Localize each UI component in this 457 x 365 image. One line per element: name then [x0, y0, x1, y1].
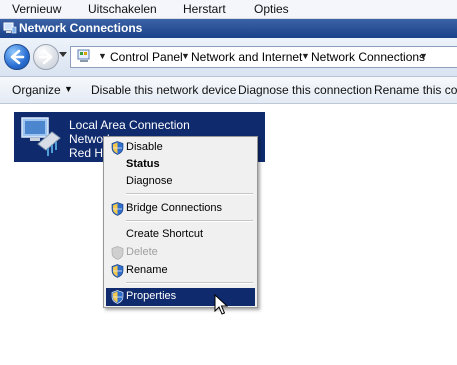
uac-shield-icon — [111, 246, 124, 260]
command-bar: Organize ▼ Disable this network device D… — [0, 77, 457, 104]
menu-separator — [126, 282, 253, 284]
window-title-bar: Network Connections — [0, 19, 457, 38]
menu-item-disable[interactable]: Disable — [106, 139, 255, 157]
menu-item-label: Properties — [126, 290, 177, 302]
menu-item-label: Diagnose — [126, 175, 173, 187]
top-menu-bar: Vernieuw Uitschakelen Herstart Opties — [0, 0, 457, 19]
breadcrumb-control-panel[interactable]: Control Panel — [110, 50, 183, 64]
menu-separator — [126, 220, 253, 222]
network-adapter-icon — [21, 117, 61, 156]
organize-dropdown-icon[interactable]: ▼ — [64, 84, 73, 94]
menu-item-properties[interactable]: Properties — [106, 288, 255, 306]
uac-shield-icon — [111, 202, 124, 216]
diagnose-connection-button[interactable]: Diagnose this connection — [238, 83, 372, 97]
menu-opties[interactable]: Opties — [254, 2, 289, 16]
menu-item-label: Rename — [126, 264, 168, 276]
menu-item-status[interactable]: Status — [106, 156, 255, 174]
breadcrumb-separator-icon[interactable]: ▼ — [301, 51, 310, 61]
menu-item-label: Status — [126, 158, 160, 170]
arrow-right-icon — [38, 49, 53, 65]
menu-item-create-shortcut[interactable]: Create Shortcut — [106, 226, 255, 244]
control-panel-icon — [77, 49, 90, 62]
breadcrumb-separator-icon[interactable]: ▼ — [181, 51, 190, 61]
organize-button[interactable]: Organize — [12, 83, 61, 97]
network-connections-icon — [3, 22, 17, 34]
window-title: Network Connections — [19, 21, 143, 35]
context-menu: Disable Status Diagnose Bridge Connectio… — [103, 136, 258, 308]
uac-shield-icon — [111, 290, 124, 304]
rename-connection-button[interactable]: Rename this conn — [374, 83, 457, 97]
breadcrumb-network-and-internet[interactable]: Network and Internet — [191, 50, 302, 64]
uac-shield-icon — [111, 264, 124, 278]
disable-device-button[interactable]: Disable this network device — [91, 83, 236, 97]
menu-item-bridge-connections[interactable]: Bridge Connections — [106, 200, 255, 218]
uac-shield-icon — [111, 141, 124, 155]
breadcrumb-dropdown-icon[interactable]: ▼ — [419, 51, 428, 61]
menu-item-label: Bridge Connections — [126, 202, 223, 214]
menu-separator — [126, 193, 253, 195]
menu-item-label: Disable — [126, 141, 163, 153]
menu-item-label: Delete — [126, 246, 158, 258]
connection-name: Local Area Connection — [69, 118, 190, 132]
recent-pages-dropdown-icon[interactable] — [59, 52, 67, 58]
address-bar[interactable]: ▼ Control Panel ▼ Network and Internet ▼… — [70, 46, 457, 68]
menu-item-diagnose[interactable]: Diagnose — [106, 173, 255, 191]
menu-item-delete: Delete — [106, 244, 255, 262]
back-button[interactable] — [4, 44, 30, 70]
menu-item-rename[interactable]: Rename — [106, 262, 255, 280]
menu-item-label: Create Shortcut — [126, 228, 204, 240]
navigation-bar: ▼ Control Panel ▼ Network and Internet ▼… — [0, 38, 457, 77]
mouse-cursor-icon — [214, 294, 228, 315]
breadcrumb-separator-icon[interactable]: ▼ — [98, 51, 107, 61]
breadcrumb-network-connections[interactable]: Network Connections — [311, 50, 425, 64]
menu-vernieuw[interactable]: Vernieuw — [12, 2, 61, 16]
menu-uitschakelen[interactable]: Uitschakelen — [88, 2, 157, 16]
forward-button[interactable] — [33, 44, 59, 70]
arrow-left-icon — [10, 49, 25, 65]
menu-herstart[interactable]: Herstart — [183, 2, 226, 16]
